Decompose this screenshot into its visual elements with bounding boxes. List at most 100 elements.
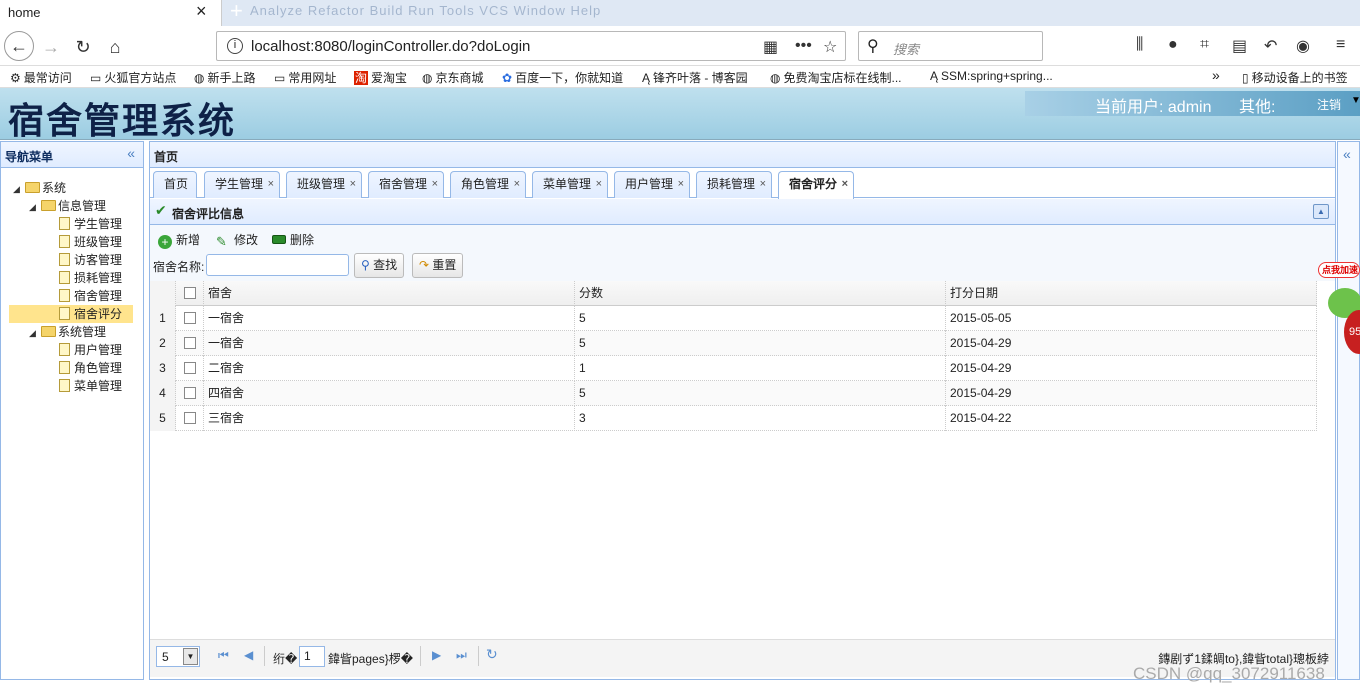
east-panel-collapsed[interactable]: «	[1337, 141, 1360, 680]
row-checkbox[interactable]	[184, 387, 196, 399]
url-text[interactable]: localhost:8080/loginController.do?doLogi…	[251, 38, 530, 55]
edit-button[interactable]: ✎ 修改	[216, 231, 258, 249]
close-tab-icon[interactable]: ×	[268, 172, 274, 197]
refresh-icon[interactable]: ↻	[486, 646, 498, 663]
nav-node[interactable]: 班级管理	[59, 233, 122, 251]
qr-code-icon[interactable]: ▦	[763, 37, 778, 57]
nav-node[interactable]: 用户管理	[59, 341, 122, 359]
table-row[interactable]: 1 一宿舍 5 2015-05-05	[150, 306, 1317, 331]
url-bar[interactable]: i localhost:8080/loginController.do?doLo…	[216, 31, 846, 61]
tab-item[interactable]: 班级管理 ×	[286, 171, 362, 198]
close-icon[interactable]: ×	[196, 1, 207, 22]
close-tab-icon[interactable]: ×	[842, 172, 848, 197]
tab-item[interactable]: 用户管理 ×	[614, 171, 690, 198]
bookmark-item[interactable]: ◍ 京东商城	[422, 69, 484, 86]
table-row[interactable]: 3 二宿舍 1 2015-04-29	[150, 356, 1317, 381]
bookmark-item[interactable]: 淘爱淘宝	[354, 69, 407, 86]
bookmark-item[interactable]: ▯ 移动设备上的书签	[1242, 69, 1348, 86]
table-row[interactable]: 4 四宿舍 5 2015-04-29	[150, 381, 1317, 406]
close-tab-icon[interactable]: ×	[514, 172, 520, 197]
nav-node[interactable]: 宿舍评分	[9, 305, 133, 323]
menu-icon[interactable]: ≡	[1336, 36, 1345, 54]
last-page-icon[interactable]: ⏭	[456, 648, 467, 663]
tab-item[interactable]: 首页	[153, 171, 197, 198]
column-header-dorm[interactable]: 宿舍	[204, 281, 575, 306]
undo-icon[interactable]: ↶	[1264, 36, 1277, 56]
nav-node[interactable]: 损耗管理	[59, 269, 122, 287]
tab-item[interactable]: 损耗管理 ×	[696, 171, 772, 198]
nav-node[interactable]: 菜单管理	[59, 377, 122, 395]
nav-node[interactable]: ◢ 系统	[13, 179, 66, 197]
logout-button[interactable]: 注销	[1317, 96, 1341, 113]
back-icon[interactable]: ←	[4, 31, 34, 61]
bookmark-item[interactable]: ⚙ 最常访问	[10, 69, 72, 86]
dorm-name-input[interactable]	[206, 254, 349, 276]
nav-node[interactable]: ◢ 信息管理	[29, 197, 106, 215]
collapse-left-icon[interactable]: «	[127, 145, 135, 161]
table-row[interactable]: 2 一宿舍 5 2015-04-29	[150, 331, 1317, 356]
tab-item[interactable]: 角色管理 ×	[450, 171, 526, 198]
chat-icon[interactable]: ●	[1168, 36, 1178, 54]
nav-node[interactable]: 宿舍管理	[59, 287, 122, 305]
bookmark-item[interactable]: ◍ 新手上路	[194, 69, 256, 86]
crop-icon[interactable]: ⌗	[1200, 36, 1209, 54]
reload-icon[interactable]: ↻	[70, 34, 96, 60]
home-icon[interactable]: ⌂	[102, 34, 128, 60]
nav-node[interactable]: 学生管理	[59, 215, 122, 233]
nav-node[interactable]: 访客管理	[59, 251, 122, 269]
new-tab-icon[interactable]: +	[230, 0, 243, 24]
chevron-right-icon[interactable]: »	[1212, 67, 1220, 83]
library-icon[interactable]: ⫼	[1136, 36, 1143, 54]
forward-icon[interactable]: →	[38, 34, 64, 60]
account-icon[interactable]: ◉	[1296, 36, 1310, 56]
expand-caret-icon[interactable]: ◢	[29, 324, 41, 342]
column-header-date[interactable]: 打分日期	[946, 281, 1317, 306]
expand-left-icon[interactable]: «	[1343, 146, 1351, 162]
bookmark-item[interactable]: ▭ 火狐官方站点	[90, 69, 176, 86]
prev-page-icon[interactable]: ◀	[244, 648, 253, 662]
select-all-checkbox[interactable]	[184, 287, 196, 299]
row-checkbox[interactable]	[184, 312, 196, 324]
close-tab-icon[interactable]: ×	[350, 172, 356, 197]
tab-item[interactable]: 宿舍评分 ×	[778, 171, 854, 199]
row-checkbox[interactable]	[184, 337, 196, 349]
page-size-select[interactable]: 5 ▼	[156, 646, 200, 667]
nav-node[interactable]: ◢ 系统管理	[29, 323, 106, 341]
row-checkbox[interactable]	[184, 412, 196, 424]
bookmark-item[interactable]: ✿ 百度一下，你就知道	[502, 69, 623, 86]
speed-up-label[interactable]: 点我加速	[1318, 262, 1360, 278]
add-button[interactable]: + 新增	[158, 231, 200, 249]
find-button[interactable]: ⚲ 查找	[354, 253, 405, 278]
delete-button[interactable]: 删除	[272, 231, 314, 248]
speed-up-widget[interactable]: 点我加速 95	[1318, 260, 1360, 360]
browser-search-box[interactable]: ⚲ 搜索	[858, 31, 1043, 61]
nav-node[interactable]: 角色管理	[59, 359, 122, 377]
info-icon[interactable]: i	[227, 38, 243, 54]
sidebar-icon[interactable]: ▤	[1232, 36, 1247, 56]
reset-button[interactable]: ↷ 重置	[412, 253, 464, 278]
bookmark-item[interactable]: Ą 锋齐叶落 - 博客园	[642, 69, 748, 86]
close-tab-icon[interactable]: ×	[678, 172, 684, 197]
more-icon[interactable]: •••	[795, 37, 812, 55]
bookmark-item[interactable]: ▭ 常用网址	[274, 69, 336, 86]
first-page-icon[interactable]: ⏮	[218, 648, 229, 663]
collapse-up-icon[interactable]: ▲	[1313, 204, 1329, 219]
close-tab-icon[interactable]: ×	[760, 172, 766, 197]
next-page-icon[interactable]: ▶	[432, 648, 441, 662]
star-icon[interactable]: ☆	[823, 37, 837, 57]
expand-caret-icon[interactable]: ◢	[29, 198, 41, 216]
browser-tab[interactable]: home ×	[0, 0, 222, 26]
column-header-score[interactable]: 分数	[575, 281, 946, 306]
tab-item[interactable]: 宿舍管理 ×	[368, 171, 444, 198]
page-number-input[interactable]: 1	[299, 646, 325, 667]
close-tab-icon[interactable]: ×	[432, 172, 438, 197]
bookmark-item[interactable]: Ą SSM:spring+spring...	[930, 69, 1053, 83]
tab-item[interactable]: 学生管理 ×	[204, 171, 280, 198]
expand-caret-icon[interactable]: ◢	[13, 180, 25, 198]
close-tab-icon[interactable]: ×	[596, 172, 602, 197]
tab-item[interactable]: 菜单管理 ×	[532, 171, 608, 198]
caret-down-icon[interactable]: ▼	[1351, 95, 1360, 106]
row-checkbox[interactable]	[184, 362, 196, 374]
bookmark-item[interactable]: ◍ 免费淘宝店标在线制...	[770, 69, 902, 86]
table-row[interactable]: 5 三宿舍 3 2015-04-22	[150, 406, 1317, 431]
